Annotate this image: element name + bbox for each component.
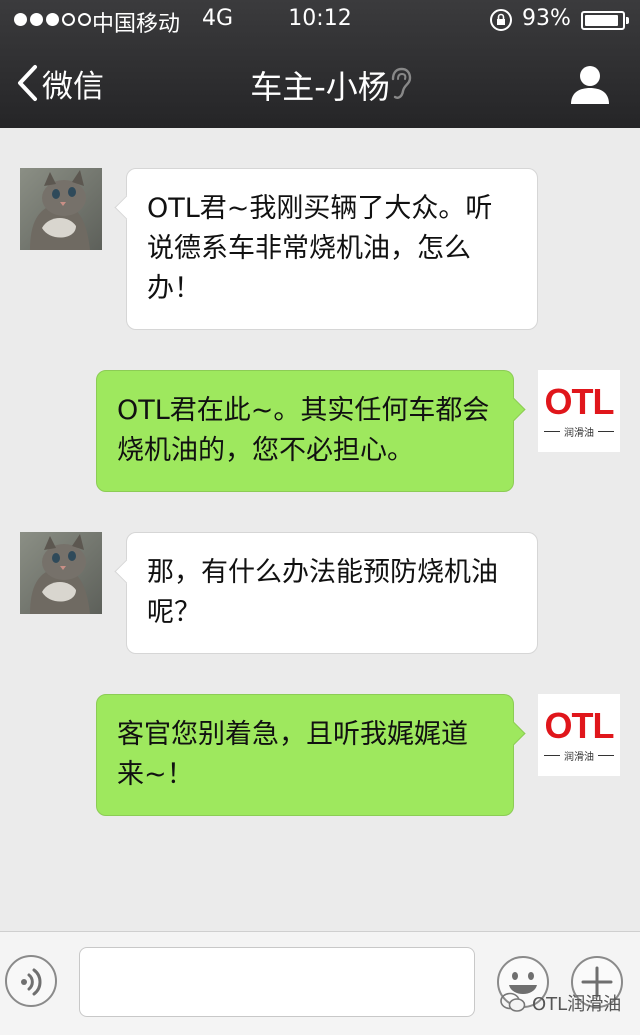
outgoing-message-bubble[interactable]: 客官您别着急，且听我娓娓道来~！ bbox=[96, 694, 514, 816]
otl-logo: OTL 润滑油 bbox=[538, 370, 620, 452]
contact-avatar[interactable] bbox=[20, 532, 102, 614]
message-input[interactable] bbox=[79, 947, 475, 1017]
contact-avatar[interactable] bbox=[20, 168, 102, 250]
otl-logo-text: OTL bbox=[544, 704, 615, 746]
profile-icon[interactable] bbox=[568, 62, 612, 106]
wechat-icon bbox=[500, 992, 526, 1012]
otl-logo-subtext: 润滑油 bbox=[564, 751, 594, 763]
nav-bar: 微信 车主-小杨 bbox=[0, 40, 640, 128]
chat-area[interactable]: OTL君~我刚买辆了大众。听说德系车非常烧机油，怎么办！ OTL君在此~。其实任… bbox=[0, 128, 640, 931]
input-bar bbox=[0, 931, 640, 1035]
cat-avatar-image bbox=[20, 168, 102, 250]
incoming-message-bubble[interactable]: 那，有什么办法能预防烧机油呢？ bbox=[126, 532, 538, 654]
chat-title: 车主-小杨 bbox=[250, 68, 390, 106]
otl-logo: OTL 润滑油 bbox=[538, 694, 620, 776]
watermark: OTL润滑油 bbox=[500, 990, 621, 1016]
app-header: 中国移动 4G 10:12 93% 微信 车主-小杨 bbox=[0, 0, 640, 128]
otl-logo-text: OTL bbox=[544, 380, 615, 422]
own-avatar[interactable]: OTL 润滑油 bbox=[538, 694, 620, 776]
own-avatar[interactable]: OTL 润滑油 bbox=[538, 370, 620, 452]
ear-icon bbox=[391, 67, 412, 99]
rotation-lock-icon bbox=[490, 9, 512, 31]
cat-avatar-image bbox=[20, 532, 102, 614]
status-bar: 中国移动 4G 10:12 93% bbox=[0, 0, 640, 40]
watermark-text: OTL润滑油 bbox=[532, 994, 622, 1015]
incoming-message-bubble[interactable]: OTL君~我刚买辆了大众。听说德系车非常烧机油，怎么办！ bbox=[126, 168, 538, 330]
battery-percent: 93% bbox=[522, 6, 571, 31]
otl-logo-subtext: 润滑油 bbox=[564, 427, 594, 439]
voice-icon bbox=[21, 968, 42, 996]
battery-icon bbox=[581, 11, 629, 30]
outgoing-message-bubble[interactable]: OTL君在此~。其实任何车都会烧机油的，您不必担心。 bbox=[96, 370, 514, 492]
voice-button[interactable] bbox=[5, 955, 57, 1007]
